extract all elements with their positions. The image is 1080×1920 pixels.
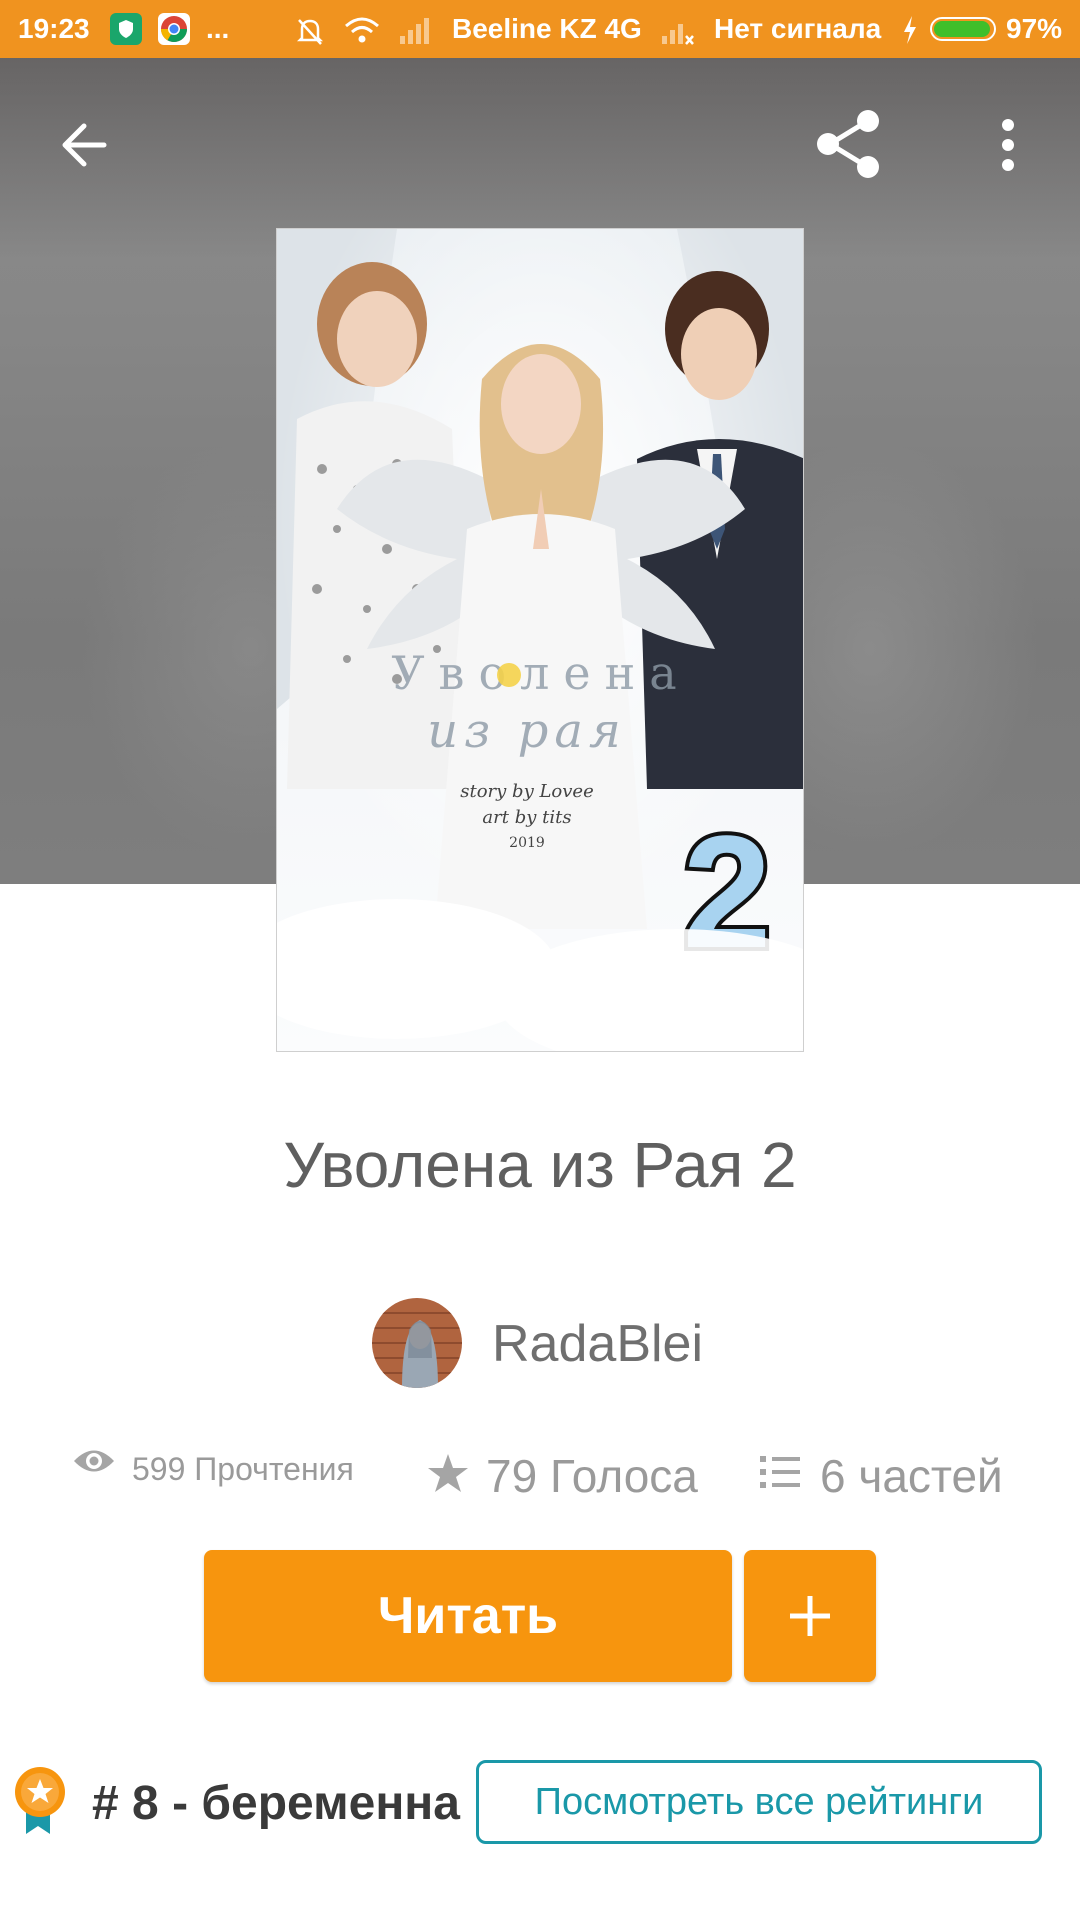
book-cover[interactable]: Уволена из рая story by Lovee art by tit… bbox=[276, 228, 804, 1052]
cover-title-line2: из рая bbox=[427, 703, 626, 759]
signal-none-icon bbox=[660, 14, 696, 54]
signal-weak-icon bbox=[398, 14, 434, 54]
chrome-icon bbox=[158, 13, 190, 45]
plus-icon bbox=[790, 1596, 830, 1636]
star-icon bbox=[426, 1452, 470, 1499]
parts-count[interactable]: 6 частей bbox=[820, 1450, 1003, 1502]
status-no-signal: Нет сигнала bbox=[714, 13, 882, 44]
ranking-text: # 8 - беременна bbox=[92, 1777, 460, 1830]
cover-credit-story: story by Lovee bbox=[460, 781, 593, 802]
battery-icon bbox=[930, 17, 996, 41]
share-icon bbox=[817, 110, 879, 178]
share-button[interactable] bbox=[810, 104, 890, 184]
author-name[interactable]: RadaBlei bbox=[492, 1314, 703, 1374]
status-carrier: Beeline KZ 4G bbox=[452, 13, 642, 44]
status-time: 19:23 bbox=[18, 13, 90, 44]
ranking-badge-icon bbox=[12, 1766, 68, 1836]
cover-credit-art: art by tits bbox=[482, 807, 571, 828]
status-bar: 19:23 ... Beeline KZ 4G Нет сигнала 97% bbox=[0, 0, 1080, 58]
eye-icon bbox=[72, 1446, 116, 1481]
mute-icon bbox=[293, 14, 327, 56]
add-to-library-button[interactable] bbox=[744, 1550, 876, 1682]
vpn-shield-icon bbox=[110, 13, 142, 45]
list-icon bbox=[760, 1454, 800, 1495]
wifi-icon bbox=[342, 14, 382, 54]
cover-year: 2019 bbox=[509, 835, 545, 851]
cover-title-line1: Уволена bbox=[391, 646, 690, 700]
back-button[interactable] bbox=[52, 112, 118, 178]
reads-count: 599 Прочтения bbox=[132, 1451, 354, 1487]
read-button[interactable]: Читать bbox=[204, 1550, 732, 1682]
view-all-rankings-button[interactable]: Посмотреть все рейтинги bbox=[476, 1760, 1042, 1844]
more-options-button[interactable] bbox=[990, 112, 1026, 178]
author-avatar[interactable] bbox=[372, 1298, 462, 1388]
story-title: Уволена из Рая 2 bbox=[283, 1129, 797, 1201]
charging-icon bbox=[900, 14, 920, 54]
status-more: ... bbox=[206, 13, 230, 44]
status-battery: 97% bbox=[1006, 13, 1063, 44]
arrow-left-icon bbox=[62, 123, 107, 167]
more-vertical-icon bbox=[1002, 119, 1014, 171]
votes-count: 79 Голоса bbox=[486, 1450, 698, 1502]
